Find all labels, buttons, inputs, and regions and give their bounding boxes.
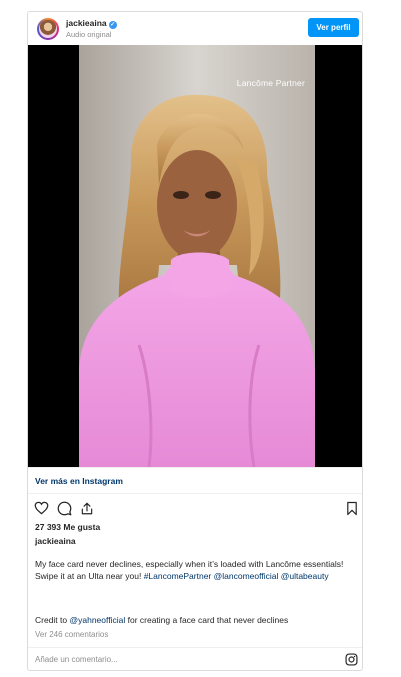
- mention-link[interactable]: @lancomeofficial: [214, 571, 279, 581]
- caption-line-2: Swipe it at an Ulta near you!: [35, 570, 142, 581]
- post-media[interactable]: Lancôme Partner: [28, 45, 362, 467]
- post-caption: My face card never declines, especially …: [35, 559, 355, 582]
- post-header: jackieaina ✓ Audio original Ver perfil: [28, 12, 362, 45]
- divider: [28, 647, 362, 648]
- verified-badge-icon: ✓: [108, 21, 117, 29]
- add-comment-input[interactable]: Añade un comentario...: [35, 655, 118, 664]
- credit-prefix: Credit to: [35, 615, 68, 625]
- caption-line-1: My face card never declines, especially …: [35, 559, 344, 569]
- comment-icon[interactable]: [57, 501, 72, 516]
- hashtag-link[interactable]: #LancomePartner: [144, 571, 212, 581]
- audio-label[interactable]: Audio original: [66, 30, 111, 39]
- view-more-link[interactable]: Ver más en Instagram: [35, 476, 123, 486]
- divider: [28, 493, 362, 494]
- credit-suffix: for creating a face card that never decl…: [127, 615, 289, 625]
- caption-username[interactable]: jackieaina: [35, 536, 76, 546]
- heart-icon[interactable]: [34, 501, 49, 515]
- avatar[interactable]: [37, 18, 59, 40]
- view-comments-link[interactable]: Ver 246 comentarios: [35, 630, 108, 639]
- bookmark-icon[interactable]: [346, 501, 358, 516]
- share-icon[interactable]: [80, 501, 94, 516]
- portrait-illustration: [79, 45, 315, 467]
- mention-link[interactable]: @yahneofficial: [70, 615, 126, 625]
- post-photo: Lancôme Partner: [79, 45, 315, 467]
- divider: [28, 467, 362, 468]
- instagram-embed-card: jackieaina ✓ Audio original Ver perfil L…: [27, 11, 363, 671]
- view-profile-button[interactable]: Ver perfil: [308, 18, 359, 37]
- credit-line: Credit to @yahneofficial for creating a …: [35, 615, 355, 625]
- likes-count[interactable]: 27 393 Me gusta: [35, 522, 100, 532]
- mention-link[interactable]: @ultabeauty: [281, 571, 329, 581]
- username-link[interactable]: jackieaina ✓: [66, 18, 117, 29]
- instagram-logo-icon[interactable]: [345, 653, 358, 666]
- partner-label: Lancôme Partner: [236, 78, 305, 88]
